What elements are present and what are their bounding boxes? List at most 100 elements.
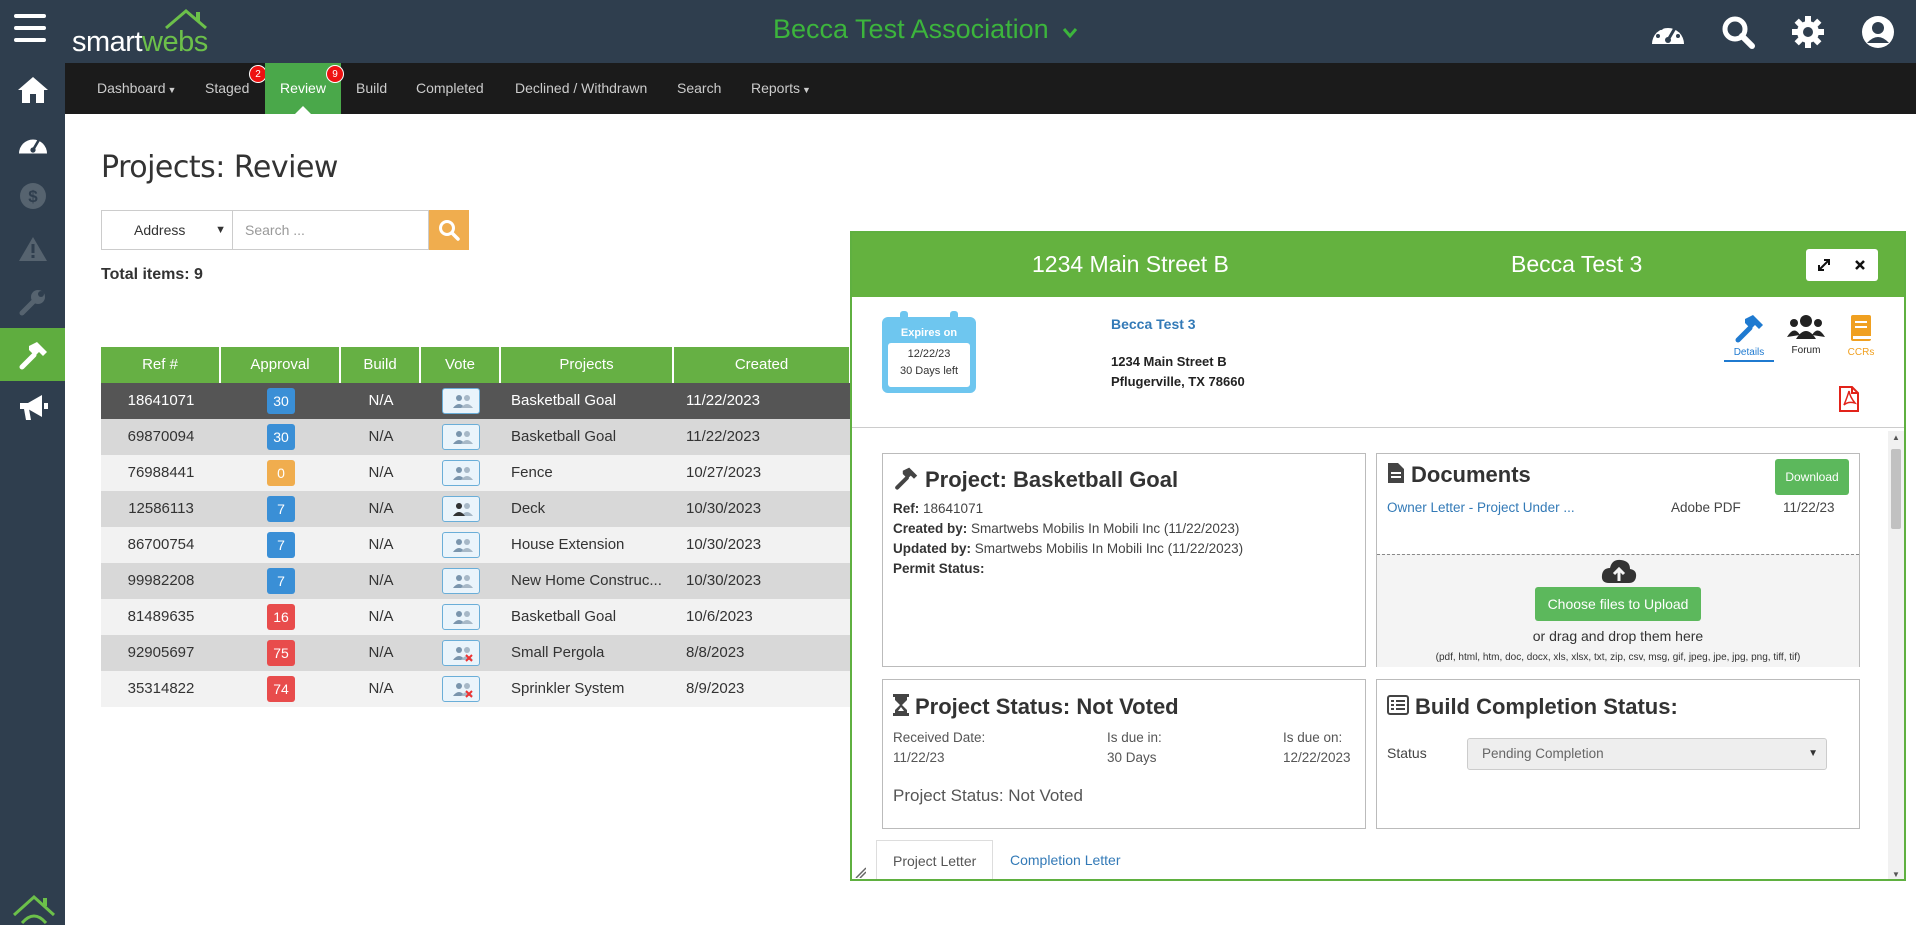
due-on-label: Is due on: (1283, 730, 1343, 745)
nav-staged[interactable]: Staged (205, 63, 249, 114)
dashboard-gauge-icon[interactable] (1648, 12, 1688, 52)
table-row[interactable]: 18641071 30 N/A Basketball Goal 11/22/2023 (101, 383, 851, 419)
nav-search[interactable]: Search (677, 63, 721, 114)
row-project: Small Pergola (511, 644, 605, 661)
col-created[interactable]: Created (674, 347, 851, 383)
user-circle-icon[interactable] (1858, 12, 1898, 52)
table-row[interactable]: 35314822 74 N/A Sprinkler System 8/9/2023 (101, 671, 851, 707)
approval-badge: 7 (267, 568, 295, 595)
approval-badge: 75 (267, 640, 295, 667)
row-build: N/A (368, 572, 394, 589)
row-project: Sprinkler System (511, 680, 625, 697)
sidebar-item-projects[interactable] (0, 328, 65, 381)
sidebar-item-violations[interactable] (0, 222, 65, 275)
col-approval[interactable]: Approval (221, 347, 341, 383)
search-icon[interactable] (1718, 12, 1758, 52)
smartwebs-small-logo-icon (12, 891, 56, 925)
association-selector[interactable]: Becca Test Association (773, 14, 1078, 46)
top-bar: smartwebs Becca Test Association (0, 0, 1916, 63)
search-button[interactable] (429, 210, 469, 250)
build-status-label: Status (1387, 745, 1427, 761)
vote-icon[interactable] (442, 532, 480, 559)
approval-badge: 7 (267, 532, 295, 559)
table-row[interactable]: 99982208 7 N/A New Home Construc... 10/30/20… (101, 563, 851, 599)
row-created: 10/6/2023 (686, 608, 753, 625)
nav-declined-withdrawn[interactable]: Declined / Withdrawn (515, 63, 647, 114)
panel-scrollbar[interactable]: ▲ ▼ (1888, 431, 1904, 879)
hamburger-menu-icon[interactable] (14, 14, 46, 42)
smartwebs-logo[interactable]: smartwebs (72, 8, 232, 58)
row-vote (421, 599, 501, 635)
sidebar-item-maintenance[interactable] (0, 275, 65, 328)
row-ref: 86700754 (127, 536, 195, 553)
choose-files-button[interactable]: Choose files to Upload (1535, 587, 1701, 621)
days-left: 30 Days left (899, 365, 959, 377)
sidebar-item-home[interactable] (0, 63, 65, 116)
build-status-value: Pending Completion (1482, 746, 1604, 761)
row-build: N/A (368, 680, 394, 697)
col-projects[interactable]: Projects (501, 347, 674, 383)
vote-icon[interactable] (442, 568, 480, 595)
row-vote (421, 383, 501, 419)
vote-icon[interactable] (442, 460, 480, 487)
table-row[interactable]: 69870094 30 N/A Basketball Goal 11/22/2023 (101, 419, 851, 455)
tab-details[interactable]: Details (1724, 313, 1774, 362)
approval-badge: 7 (267, 496, 295, 523)
table-row[interactable]: 92905697 75 N/A Small Pergola 8/8/2023 (101, 635, 851, 671)
sidebar-item-announcements[interactable] (0, 381, 65, 434)
table-row[interactable]: 81489635 16 N/A Basketball Goal 10/6/2023 (101, 599, 851, 635)
close-icon[interactable] (1842, 249, 1878, 281)
row-build: N/A (368, 644, 394, 661)
tab-project-letter[interactable]: Project Letter (876, 840, 994, 879)
hammer-icon (1735, 315, 1763, 343)
scrollbar-thumb[interactable] (1891, 449, 1901, 529)
table-row[interactable]: 12586113 7 N/A Deck 10/30/2023 (101, 491, 851, 527)
search-input[interactable] (233, 210, 429, 250)
resize-grip-icon[interactable] (854, 865, 867, 879)
tab-forum[interactable]: Forum (1781, 313, 1831, 356)
col-build[interactable]: Build (341, 347, 421, 383)
vote-icon[interactable] (442, 604, 480, 631)
col-ref[interactable]: Ref # (101, 347, 221, 383)
table-row[interactable]: 86700754 7 N/A House Extension 10/30/2023 (101, 527, 851, 563)
total-items: Total items: 9 (101, 266, 203, 283)
sidebar-item-finance[interactable]: $ (0, 169, 65, 222)
row-approval: 16 (221, 599, 341, 635)
owner-address-line2: Pflugerville, TX 78660 (1111, 374, 1245, 389)
table-row[interactable]: 76988441 0 N/A Fence 10/27/2023 (101, 455, 851, 491)
owner-link[interactable]: Becca Test 3 (1111, 316, 1196, 332)
home-icon (17, 76, 48, 103)
sidebar-item-dashboard[interactable] (0, 116, 65, 169)
row-approval: 74 (221, 671, 341, 707)
nav-build[interactable]: Build (356, 63, 387, 114)
search-field-select[interactable]: Address ▼ (101, 210, 233, 250)
upload-dropzone[interactable]: Choose files to Upload or drag and drop … (1377, 554, 1859, 667)
created-value: Smartwebs Mobilis In Mobili Inc (11/22/2… (971, 521, 1240, 536)
expand-icon[interactable] (1806, 249, 1842, 281)
row-vote (421, 635, 501, 671)
logo-wordmark: smartwebs (72, 26, 208, 58)
svg-text:$: $ (28, 187, 38, 206)
due-on-value: 12/22/2023 (1283, 750, 1351, 765)
nav-reports[interactable]: Reports ▼ (751, 63, 811, 114)
build-status-select[interactable]: Pending Completion ▼ (1467, 738, 1827, 770)
scroll-up-icon[interactable]: ▲ (1892, 433, 1900, 442)
row-project: New Home Construc... (511, 572, 662, 589)
vote-icon[interactable] (442, 388, 480, 415)
row-build: N/A (368, 464, 394, 481)
pdf-file-icon[interactable] (1838, 385, 1860, 418)
document-link[interactable]: Owner Letter - Project Under ... (1387, 500, 1575, 515)
vote-icon[interactable] (442, 676, 480, 703)
gear-icon[interactable] (1788, 12, 1828, 52)
tab-completion-letter[interactable]: Completion Letter (994, 840, 1137, 879)
nav-dashboard[interactable]: Dashboard ▼ (97, 63, 176, 114)
nav-completed[interactable]: Completed (416, 63, 484, 114)
download-button[interactable]: Download (1775, 459, 1849, 495)
col-vote[interactable]: Vote (421, 347, 501, 383)
vote-icon[interactable] (442, 424, 480, 451)
scroll-down-icon[interactable]: ▼ (1892, 870, 1900, 879)
tab-ccrs[interactable]: CCRs (1836, 313, 1886, 358)
hammer-icon (893, 466, 919, 496)
vote-icon[interactable] (442, 640, 480, 667)
vote-icon[interactable] (442, 496, 480, 523)
